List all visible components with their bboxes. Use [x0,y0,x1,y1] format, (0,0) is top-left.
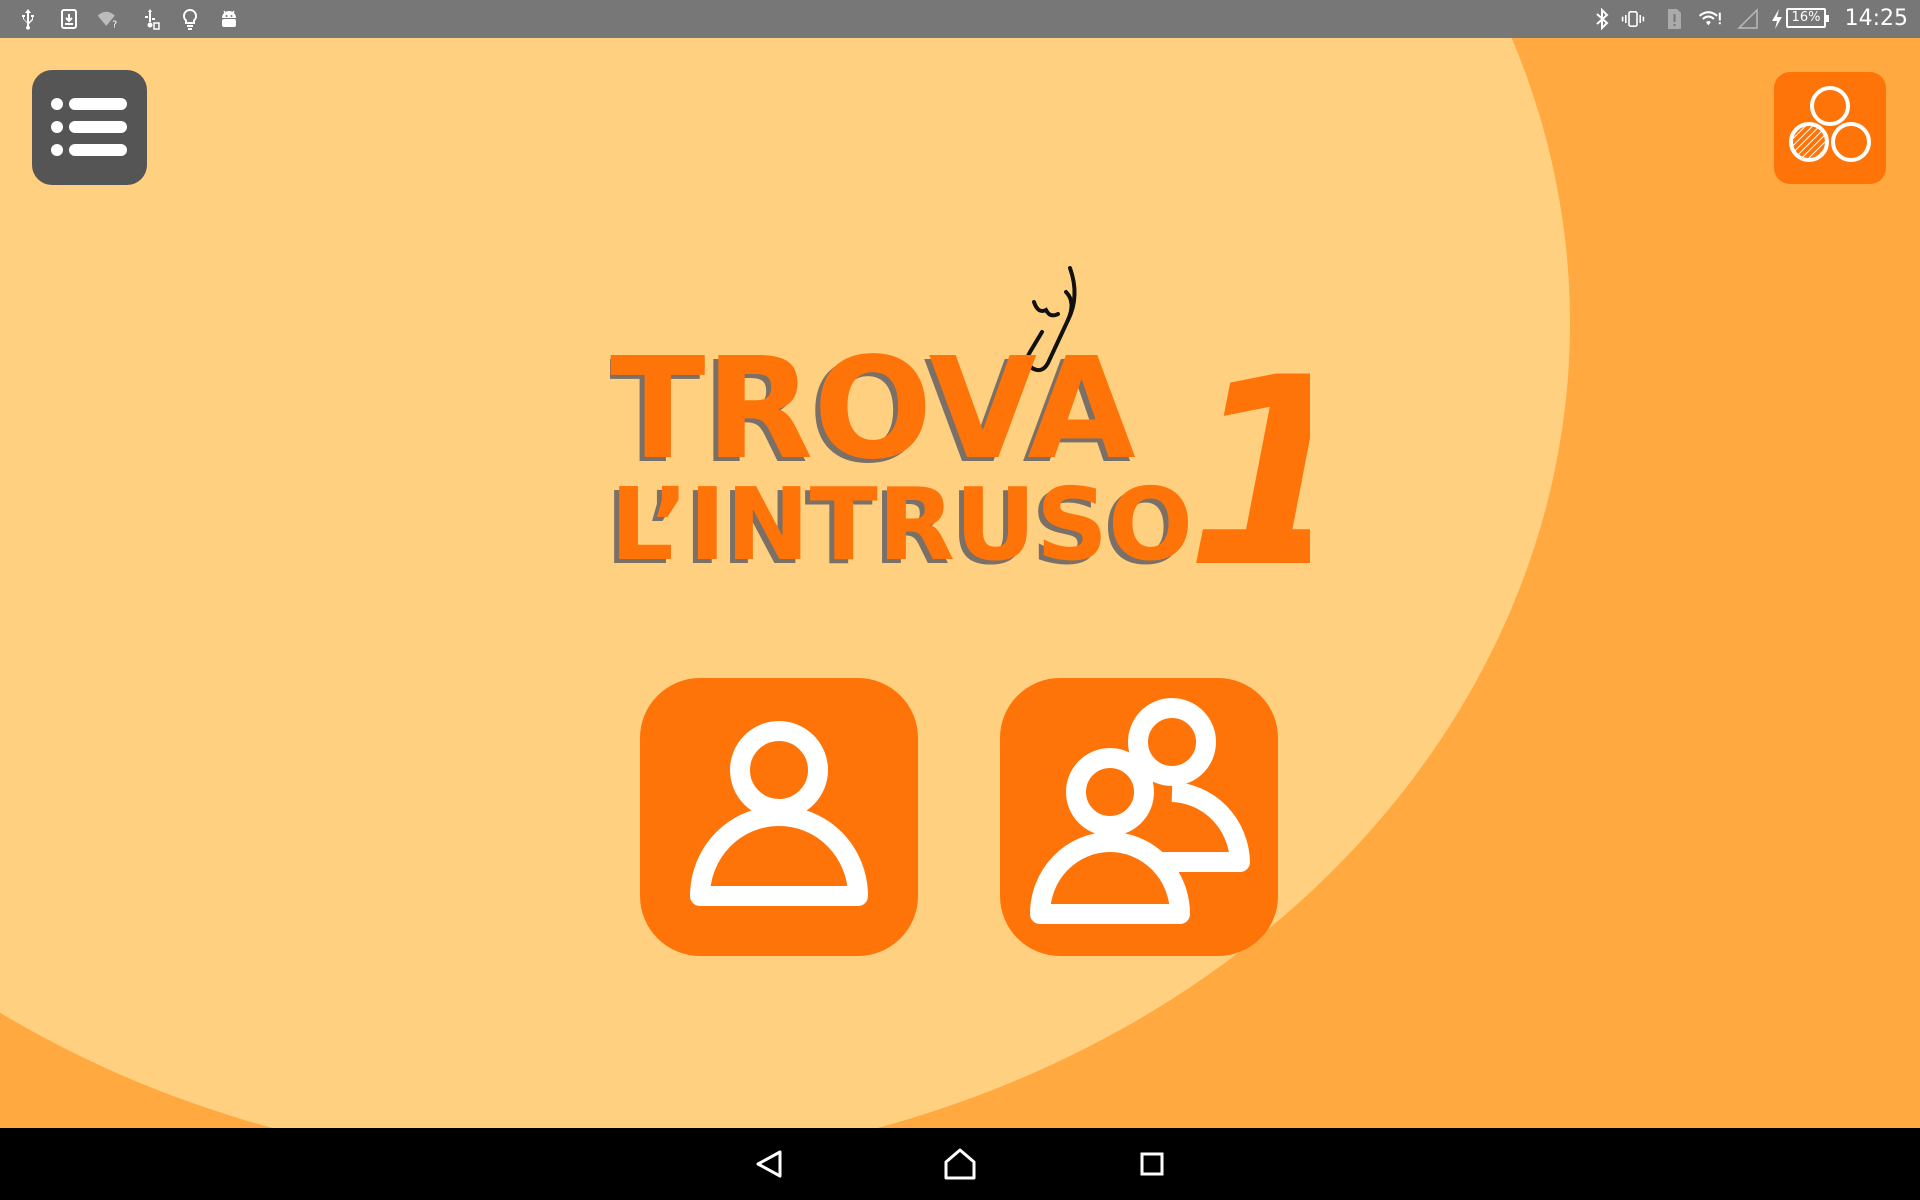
menu-button[interactable] [32,70,147,185]
battery-icon: 16% [1786,8,1829,28]
wifi-unknown-icon: ? [96,7,124,31]
single-user-icon [690,721,868,906]
lightbulb-icon [178,7,202,31]
usb-debug-icon [138,7,162,31]
back-icon[interactable] [752,1146,788,1182]
logo-number: 1 [1185,323,1310,578]
background-shape [0,38,1570,1128]
multi-player-button[interactable] [1000,678,1278,956]
app-screen: TROVA L’INTRUSO TROVA L’INTRUSO 1 [0,38,1920,1128]
navigation-bar [0,1128,1920,1200]
svg-text:?: ? [112,20,117,31]
charging-bolt-icon [1768,7,1786,31]
multi-user-icon [1030,698,1250,924]
clock: 14:25 [1844,6,1908,31]
status-bar: ? 16% 14:25 [0,0,1920,38]
download-icon [57,7,81,31]
logo-line2: L’INTRUSO [610,466,1193,578]
three-circles-icon [1789,86,1871,162]
sim-alert-icon [1662,7,1686,31]
bluetooth-icon [1590,7,1614,31]
usb-icon [16,7,40,31]
recents-icon[interactable] [1134,1146,1170,1182]
list-menu-icon [51,98,127,156]
game-logo: TROVA L’INTRUSO TROVA L’INTRUSO 1 [605,258,1366,625]
android-icon [217,7,241,31]
circles-button[interactable] [1774,72,1886,184]
signal-empty-icon [1736,7,1760,31]
single-player-button[interactable] [640,678,918,956]
battery-level: 16% [1791,10,1821,25]
home-icon[interactable] [942,1146,978,1182]
wifi-alert-icon [1698,7,1728,31]
vibrate-icon [1621,7,1651,31]
